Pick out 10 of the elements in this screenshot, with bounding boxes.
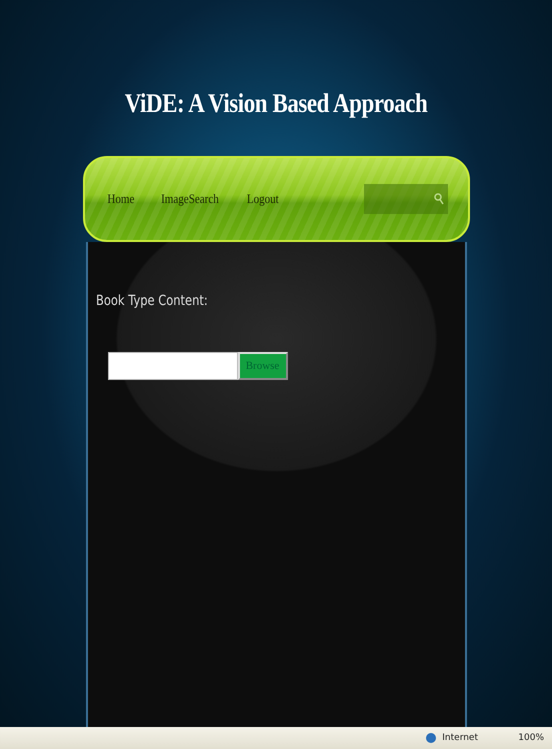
nav-link[interactable]: Logout — [246, 191, 279, 207]
file-field[interactable] — [108, 352, 238, 380]
nav-link[interactable]: Home — [106, 191, 134, 207]
page-title: ViDE: A Vision Based Approach — [124, 88, 428, 120]
zoom-text[interactable]: 100% — [518, 733, 544, 743]
search-field[interactable] — [364, 184, 448, 214]
nav-link[interactable]: ImageSearch — [161, 191, 220, 207]
search-icon[interactable] — [434, 193, 444, 205]
zone-text: Internet — [442, 733, 480, 743]
field-label: Book Type Content: — [96, 293, 208, 309]
